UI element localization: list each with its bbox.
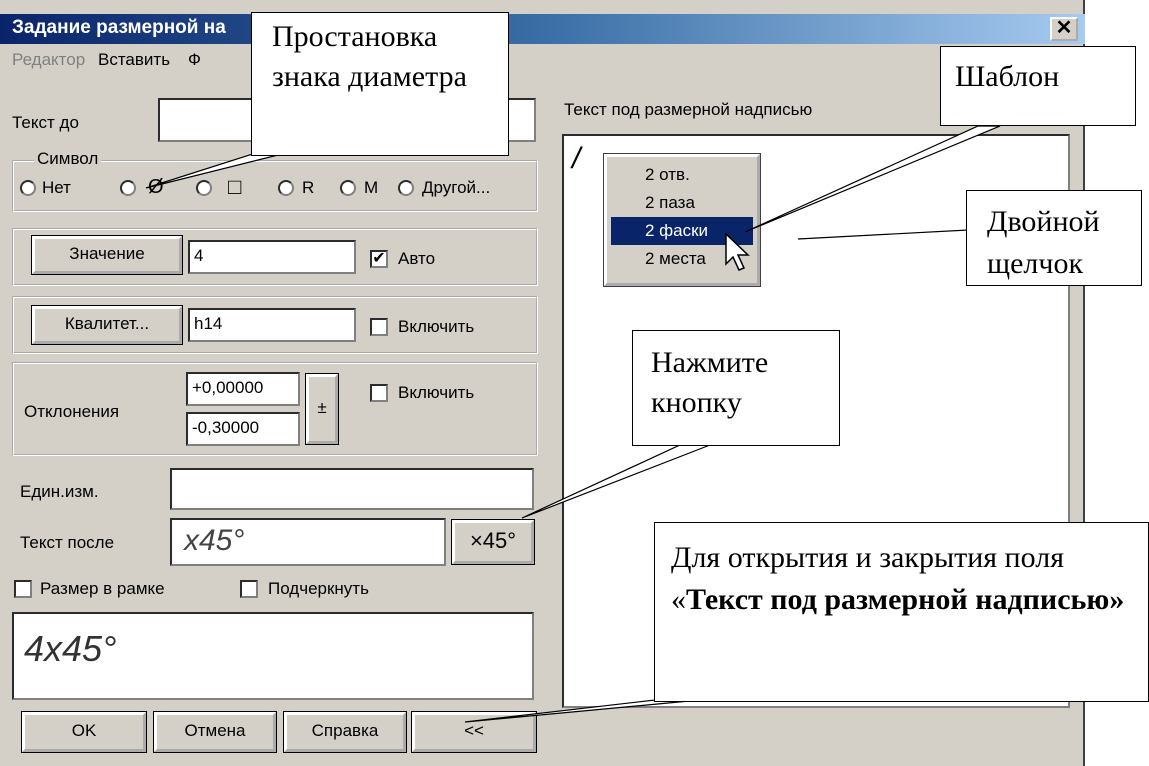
template-callout-pointer: [744, 125, 1001, 233]
template-callout-text: Шаблон: [955, 60, 1060, 93]
double-click-callout-text: Двойной щелчок: [987, 205, 1100, 280]
toggle-field-callout: Для открытия и закрытия поля «Текст под …: [654, 522, 1149, 702]
press-button-callout-text: Нажмите кнопку: [651, 346, 769, 419]
toggle-field-callout-bold: Текст под размерной надписью»: [686, 583, 1125, 616]
template-callout: Шаблон: [940, 46, 1136, 126]
press-button-callout-pointer: [521, 444, 711, 519]
diameter-callout: Простановка знака диаметра: [251, 12, 509, 156]
press-button-callout: Нажмите кнопку: [632, 330, 840, 446]
diameter-callout-text: Простановка знака диаметра: [272, 20, 467, 93]
double-click-callout-pointer: [797, 229, 969, 240]
toggle-field-callout-pointer: [464, 699, 701, 723]
double-click-callout: Двойной щелчок: [966, 190, 1142, 286]
